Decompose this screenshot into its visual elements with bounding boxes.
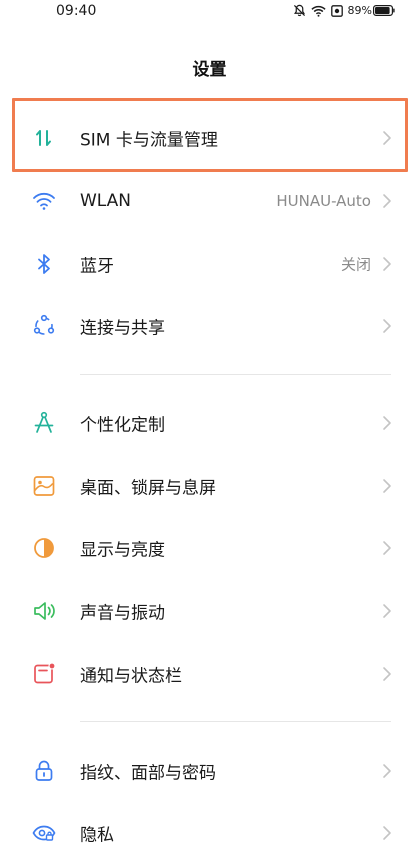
- chevron-right-icon: [382, 478, 392, 494]
- settings-item-bluetooth[interactable]: 蓝牙 关闭: [0, 234, 419, 294]
- status-bar: 09:40 89%: [0, 0, 419, 26]
- battery-percent: 89%: [347, 4, 372, 17]
- chevron-right-icon: [382, 825, 392, 841]
- settings-item-notification[interactable]: 通知与状态栏: [0, 644, 419, 704]
- chevron-right-icon: [382, 763, 392, 779]
- settings-item-security[interactable]: 指纹、面部与密码: [0, 741, 419, 801]
- privacy-eye-icon: [31, 820, 57, 846]
- settings-item-privacy[interactable]: 隐私: [0, 803, 419, 863]
- wifi-icon: [31, 188, 57, 214]
- settings-item-label: 连接与共享: [80, 318, 165, 339]
- section-divider: [80, 721, 391, 722]
- status-time: 09:40: [56, 3, 97, 19]
- settings-item-label: WLAN: [80, 191, 132, 211]
- settings-item-label: 指纹、面部与密码: [80, 763, 216, 784]
- settings-item-desktop[interactable]: 桌面、锁屏与息屏: [0, 456, 419, 516]
- wifi-icon: [310, 5, 326, 17]
- chevron-right-icon: [382, 193, 392, 209]
- settings-item-label: 声音与振动: [80, 603, 165, 624]
- settings-item-label: 蓝牙: [80, 256, 114, 277]
- chevron-right-icon: [382, 256, 392, 272]
- settings-item-wlan[interactable]: WLAN HUNAU-Auto: [0, 171, 419, 231]
- compass-draw-icon: [31, 410, 57, 436]
- section-divider: [80, 374, 391, 375]
- settings-item-sound[interactable]: 声音与振动: [0, 581, 419, 641]
- settings-item-connection[interactable]: 连接与共享: [0, 296, 419, 356]
- settings-item-label: 通知与状态栏: [80, 666, 182, 687]
- settings-item-display[interactable]: 显示与亮度: [0, 518, 419, 578]
- chevron-right-icon: [382, 666, 392, 682]
- settings-item-label: 个性化定制: [80, 415, 165, 436]
- speaker-icon: [31, 598, 57, 624]
- status-icons: 89%: [293, 4, 395, 17]
- chevron-right-icon: [382, 415, 392, 431]
- bluetooth-icon: [31, 251, 57, 277]
- battery-icon: [373, 5, 395, 16]
- wallpaper-icon: [31, 473, 57, 499]
- sim-data-icon: [31, 125, 57, 151]
- bluetooth-status: 关闭: [340, 255, 371, 274]
- connection-share-icon: [31, 313, 57, 339]
- notification-bar-icon: [31, 661, 57, 687]
- settings-item-label: SIM 卡与流量管理: [80, 130, 218, 151]
- chevron-right-icon: [382, 130, 392, 146]
- settings-item-personalize[interactable]: 个性化定制: [0, 393, 419, 453]
- brightness-icon: [31, 535, 57, 561]
- lock-icon: [31, 758, 57, 784]
- chevron-right-icon: [382, 603, 392, 619]
- settings-item-label: 显示与亮度: [80, 540, 165, 561]
- settings-item-sim[interactable]: SIM 卡与流量管理: [0, 108, 419, 168]
- chevron-right-icon: [382, 318, 392, 334]
- page-title: 设置: [192, 60, 227, 80]
- screen-record-icon: [330, 4, 343, 17]
- mute-icon: [293, 4, 306, 17]
- settings-item-label: 隐私: [80, 825, 114, 846]
- settings-item-label: 桌面、锁屏与息屏: [80, 478, 216, 499]
- battery-indicator: 89%: [348, 4, 395, 17]
- wlan-network-name: HUNAU-Auto: [276, 192, 371, 210]
- chevron-right-icon: [382, 540, 392, 556]
